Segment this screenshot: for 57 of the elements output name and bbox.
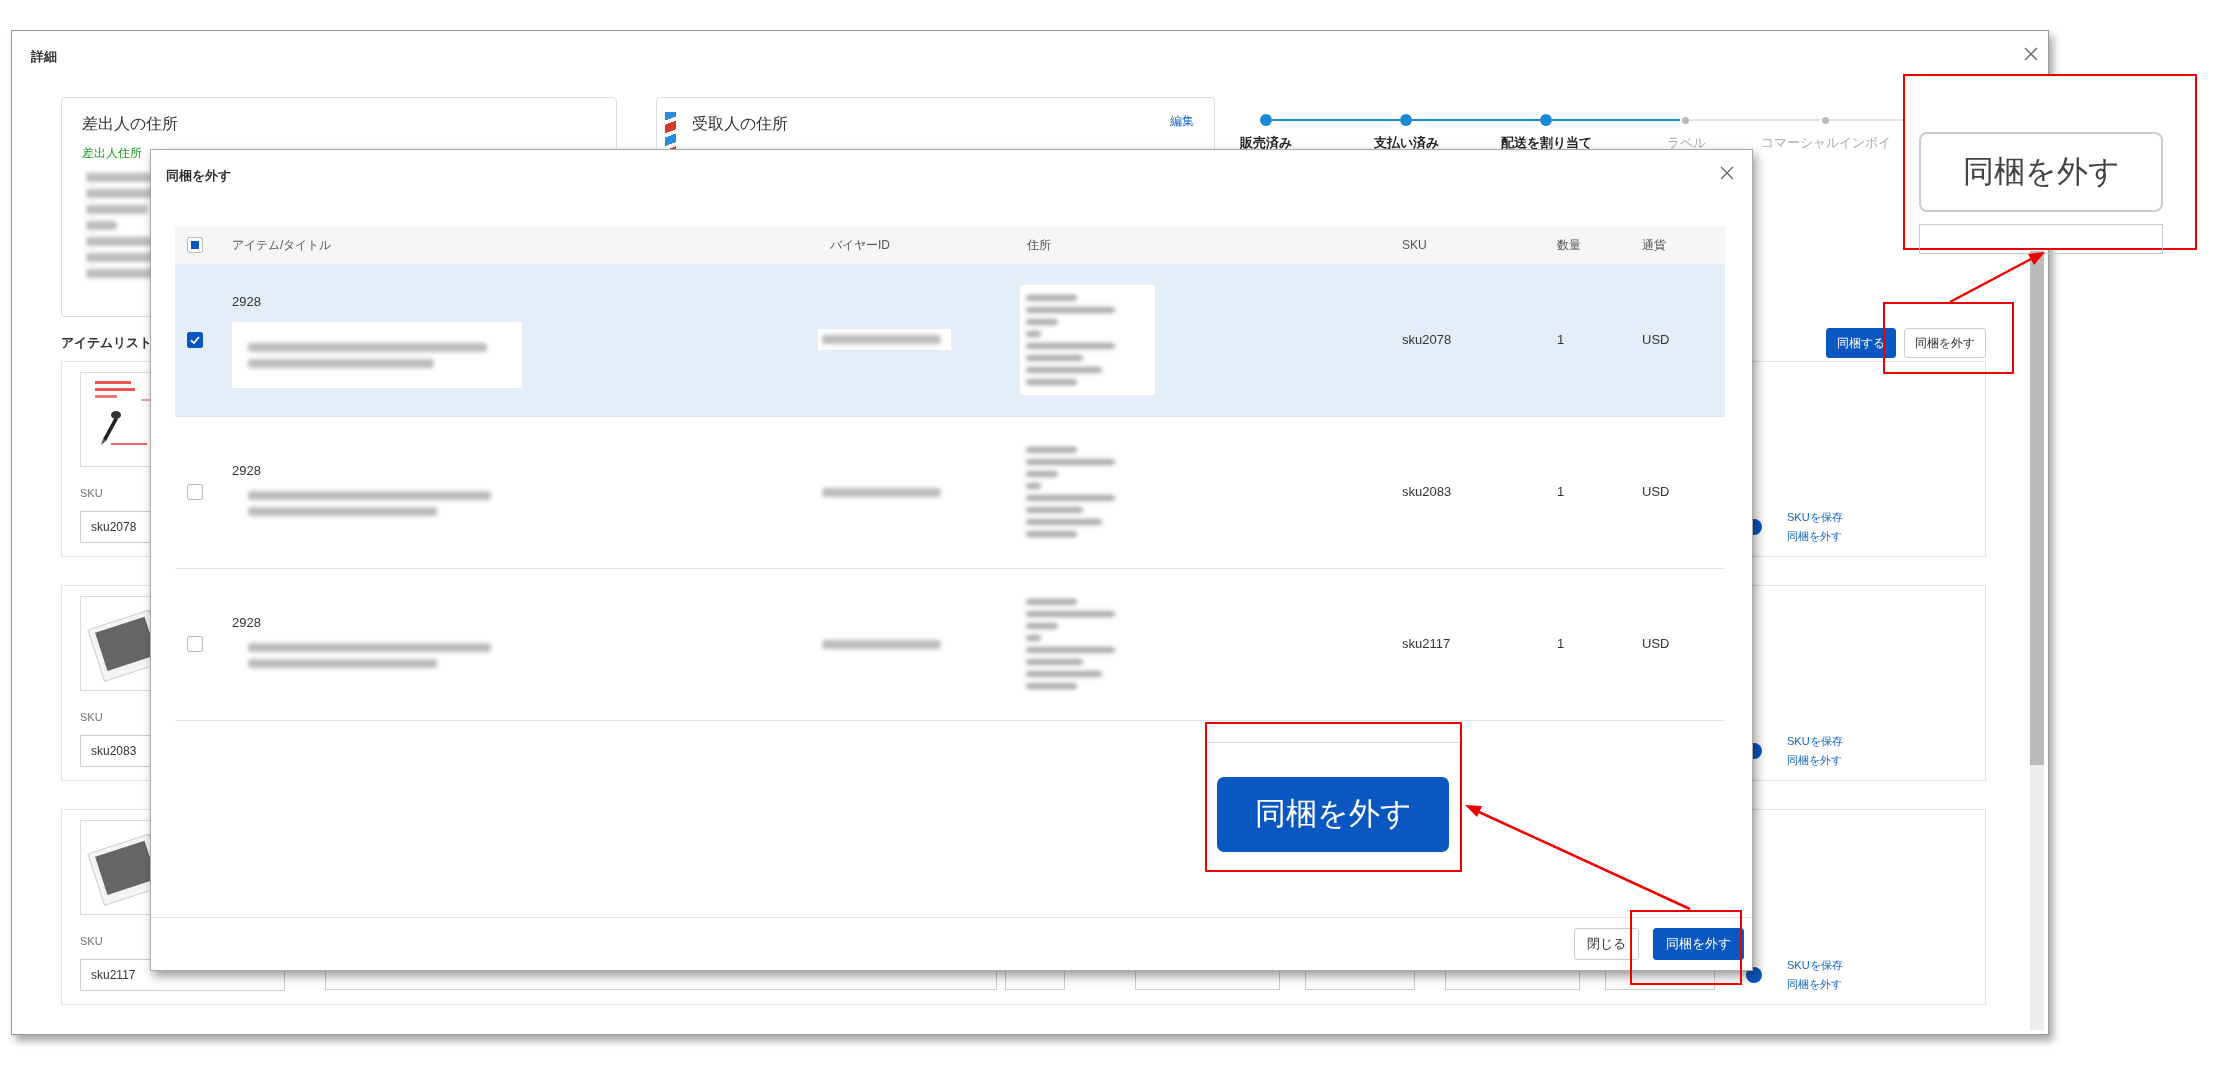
- action-link[interactable]: SKUを保存: [1787, 732, 1967, 751]
- sender-note: 差出人住所: [82, 145, 143, 162]
- column-header: 通貨: [1630, 226, 1725, 264]
- column-header: 数量: [1545, 226, 1630, 264]
- modal-title: 同梱を外す: [166, 167, 231, 185]
- action-link[interactable]: 同梱を外す: [1787, 527, 1967, 546]
- checkbox[interactable]: [187, 484, 203, 500]
- table-row[interactable]: 2928 sku2078 1 USD: [175, 264, 1725, 416]
- field-label: SKU: [80, 485, 103, 501]
- step-label: 配送を割り当て: [1500, 134, 1592, 152]
- step-label: 支払い済み: [1373, 134, 1439, 152]
- checkbox[interactable]: [187, 636, 203, 652]
- column-header: バイヤーID: [818, 226, 1015, 264]
- card-title: 受取人の住所: [692, 114, 788, 134]
- zoomed-button[interactable]: 同梱を外す: [1217, 777, 1449, 852]
- checkbox[interactable]: [187, 331, 203, 348]
- action-button[interactable]: 同梱を外す: [1904, 328, 1986, 358]
- action-button[interactable]: 同梱を外す: [1653, 928, 1744, 960]
- column-header: SKU: [1390, 226, 1545, 264]
- table-cell: sku2083: [1402, 484, 1452, 500]
- action-button[interactable]: 閉じる: [1574, 928, 1639, 960]
- table-cell: USD: [1642, 636, 1670, 652]
- zoomed-button[interactable]: 同梱を外す: [1919, 132, 2163, 212]
- section-title: アイテムリスト: [61, 334, 152, 353]
- dialog-title: 詳細: [31, 48, 57, 66]
- action-button[interactable]: 同梱する: [1826, 328, 1896, 358]
- action-link[interactable]: SKUを保存: [1787, 956, 1967, 975]
- table-cell-text: 2928: [232, 293, 262, 311]
- striped-icon: [665, 112, 676, 152]
- close-icon[interactable]: [2024, 47, 2038, 61]
- table-cell: sku2117: [1402, 636, 1451, 652]
- field-label: SKU: [80, 709, 103, 725]
- table-cell: 1: [1557, 636, 1565, 652]
- close-icon[interactable]: [1720, 166, 1734, 180]
- action-link[interactable]: SKUを保存: [1787, 508, 1967, 527]
- column-header: 住所: [1015, 226, 1390, 264]
- step-label: コマーシャルインボイ: [1761, 134, 1891, 152]
- step-label: 販売済み: [1240, 134, 1292, 152]
- table-cell-text: 2928: [232, 614, 262, 633]
- edit-link[interactable]: 編集: [1170, 112, 1194, 130]
- scrollbar[interactable]: [2030, 251, 2044, 1030]
- table-cell-text: 2928: [232, 462, 262, 481]
- table-cell: 1: [1557, 484, 1565, 500]
- step-label: ラベル: [1666, 134, 1706, 152]
- card-title: 差出人の住所: [82, 114, 179, 134]
- table-row[interactable]: 2928 sku2083 1 USD: [175, 416, 1725, 568]
- column-header: アイテム/タイトル: [220, 226, 818, 264]
- action-link[interactable]: 同梱を外す: [1787, 751, 1967, 770]
- checkbox[interactable]: [187, 237, 203, 253]
- table-cell: USD: [1642, 484, 1670, 500]
- input-field[interactable]: [1919, 224, 2163, 254]
- table-cell: 1: [1557, 332, 1565, 347]
- table-row[interactable]: 2928 sku2117 1 USD: [175, 568, 1725, 720]
- action-link[interactable]: 同梱を外す: [1787, 975, 1967, 994]
- table-cell: sku2078: [1402, 332, 1452, 347]
- field-label: SKU: [80, 933, 103, 949]
- table-cell: USD: [1642, 332, 1670, 347]
